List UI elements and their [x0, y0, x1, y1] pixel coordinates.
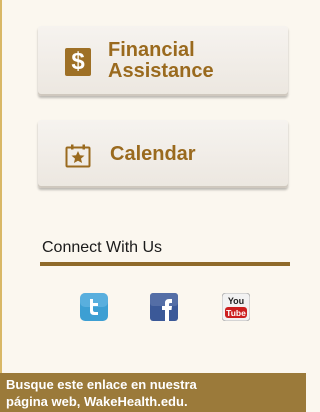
connect-heading: Connect With Us [42, 239, 163, 256]
youtube-bottom-text: Tube [226, 308, 246, 318]
facebook-icon[interactable] [150, 293, 178, 321]
twitter-icon[interactable] [80, 293, 108, 321]
financial-assistance-button[interactable]: $ Financial Assistance [38, 26, 288, 96]
calendar-button[interactable]: Calendar [38, 120, 288, 188]
financial-label-line2: Assistance [108, 60, 214, 82]
youtube-top-text: You [228, 296, 244, 306]
dollar-icon: $ [65, 48, 91, 76]
banner-line2: página web, WakeHealth.edu. [6, 394, 188, 409]
youtube-icon[interactable]: You Tube [222, 293, 250, 321]
connect-divider [40, 262, 290, 266]
financial-assistance-label: Financial Assistance [108, 40, 278, 82]
bottom-banner: Busque este enlace en nuestra página web… [0, 373, 306, 412]
financial-label-line1: Financial [108, 39, 195, 61]
sidebar-panel: $ Financial Assistance Calendar Connect … [0, 0, 304, 412]
banner-line1: Busque este enlace en nuestra [6, 377, 197, 392]
calendar-label: Calendar [110, 143, 196, 165]
calendar-star-icon [65, 144, 91, 168]
